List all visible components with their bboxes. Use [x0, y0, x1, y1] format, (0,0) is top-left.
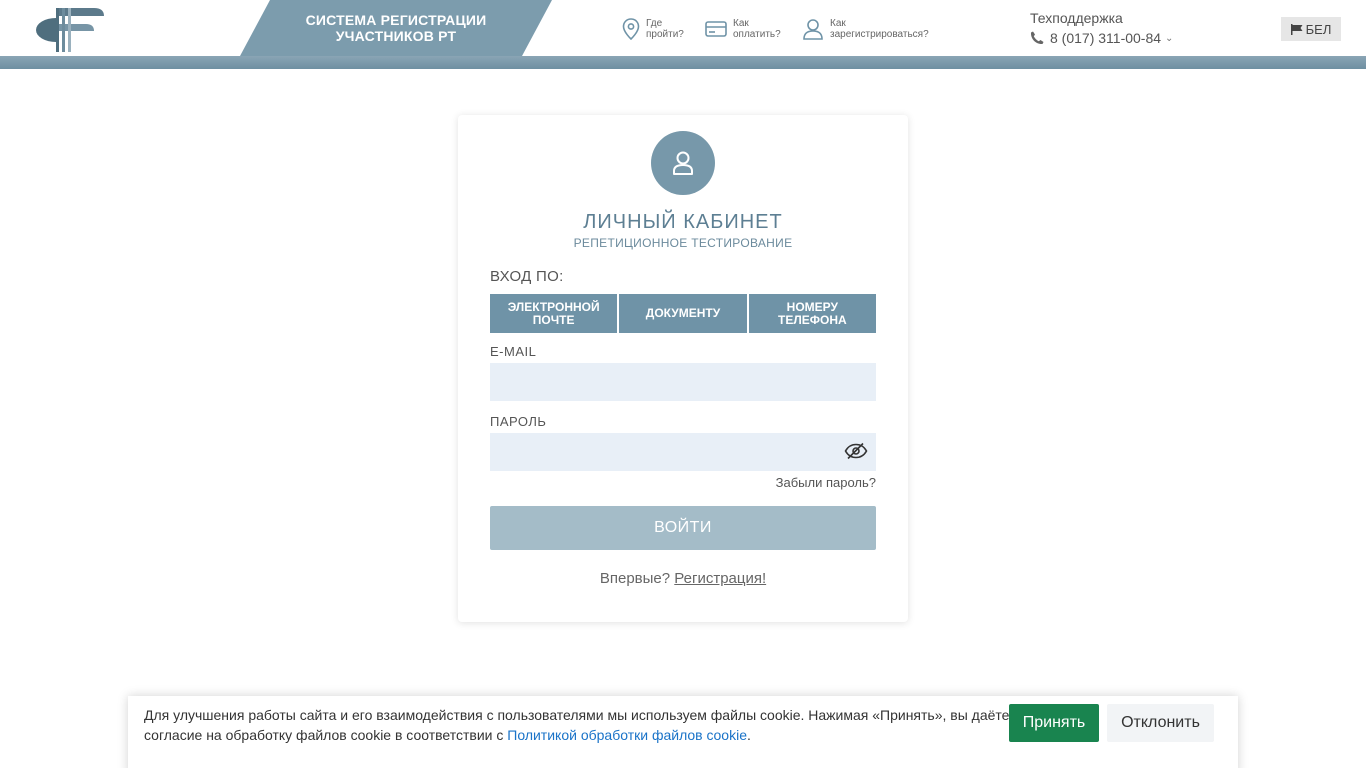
tab-email-line2: ПОЧТЕ [532, 312, 575, 327]
register-link[interactable]: Регистрация! [674, 570, 766, 587]
password-field[interactable] [490, 433, 876, 471]
page-title: ЛИЧНЫЙ КАБИНЕТ [583, 211, 783, 233]
card-icon [705, 21, 727, 37]
tab-email-line1: ЭЛЕКТРОННОЙ [507, 299, 600, 314]
decline-cookies-button[interactable]: Отклонить [1107, 704, 1214, 742]
page-subtitle: РЕПЕТИЦИОННОЕ ТЕСТИРОВАНИЕ [573, 236, 793, 250]
flag-icon [1290, 23, 1303, 35]
login-method-tabs: ЭЛЕКТРОННОЙ ПОЧТЕ ДОКУМЕНТУ НОМЕРУ ТЕЛЕФ… [490, 294, 876, 333]
cookie-policy-link[interactable]: Политикой обработки файлов cookie [507, 727, 747, 743]
forgot-password-link[interactable]: Забыли пароль? [776, 475, 876, 490]
email-label: E-MAIL [490, 344, 537, 359]
avatar [651, 131, 715, 195]
support-phone: 8 (017) 311-00-84 [1050, 30, 1162, 46]
first-time-text: Впервые? [599, 570, 671, 587]
cookie-text-end: . [746, 727, 751, 743]
tab-phone-line2: ТЕЛЕФОНА [777, 312, 847, 327]
nav-register-line2: зарегистрироваться? [830, 29, 929, 40]
location-pin-icon [622, 18, 640, 40]
tab-document[interactable]: ДОКУМЕНТУ [619, 294, 747, 333]
support-block[interactable]: Техподдержка 8 (017) 311-00-84 ⌄ [1030, 10, 1173, 46]
tab-phone[interactable]: НОМЕРУ ТЕЛЕФОНА [748, 294, 876, 333]
system-title-banner[interactable]: СИСТЕМА РЕГИСТРАЦИИ УЧАСТНИКОВ РТ [240, 0, 552, 56]
email-field[interactable] [490, 363, 876, 401]
register-prompt: Впервые? Регистрация! [458, 570, 908, 587]
chevron-down-icon: ⌄ [1165, 32, 1174, 44]
tab-phone-line1: НОМЕРУ [786, 299, 838, 314]
login-button[interactable]: ВОЙТИ [490, 506, 876, 550]
tab-email[interactable]: ЭЛЕКТРОННОЙ ПОЧТЕ [490, 294, 618, 333]
support-label: Техподдержка [1030, 10, 1123, 26]
header-accent-bar [0, 56, 1366, 69]
cookie-banner: Для улучшения работы сайта и его взаимод… [128, 696, 1238, 768]
system-title-line1: СИСТЕМА РЕГИСТРАЦИИ [305, 12, 487, 28]
nav-register-line1: Как [830, 18, 846, 29]
language-button[interactable]: БЕЛ [1281, 17, 1341, 41]
tab-document-label: ДОКУМЕНТУ [645, 306, 721, 320]
site-header: СИСТЕМА РЕГИСТРАЦИИ УЧАСТНИКОВ РТ Где пр… [0, 0, 1366, 56]
login-card: ЛИЧНЫЙ КАБИНЕТ РЕПЕТИЦИОННОЕ ТЕСТИРОВАНИ… [458, 115, 908, 622]
system-title-line2: УЧАСТНИКОВ РТ [335, 28, 457, 44]
phone-icon [1030, 31, 1044, 45]
cookie-text: Для улучшения работы сайта и его взаимод… [144, 705, 1014, 745]
user-icon [803, 19, 823, 40]
logo-icon[interactable] [34, 4, 106, 54]
nav-how-to-register[interactable]: Как зарегистрироваться? [802, 16, 950, 42]
password-label: ПАРОЛЬ [490, 414, 547, 429]
login-by-label: ВХОД ПО: [490, 268, 564, 285]
user-icon [673, 151, 693, 175]
accept-cookies-button[interactable]: Принять [1009, 704, 1099, 742]
eye-slash-icon[interactable] [844, 442, 868, 460]
language-label: БЕЛ [1305, 21, 1332, 37]
